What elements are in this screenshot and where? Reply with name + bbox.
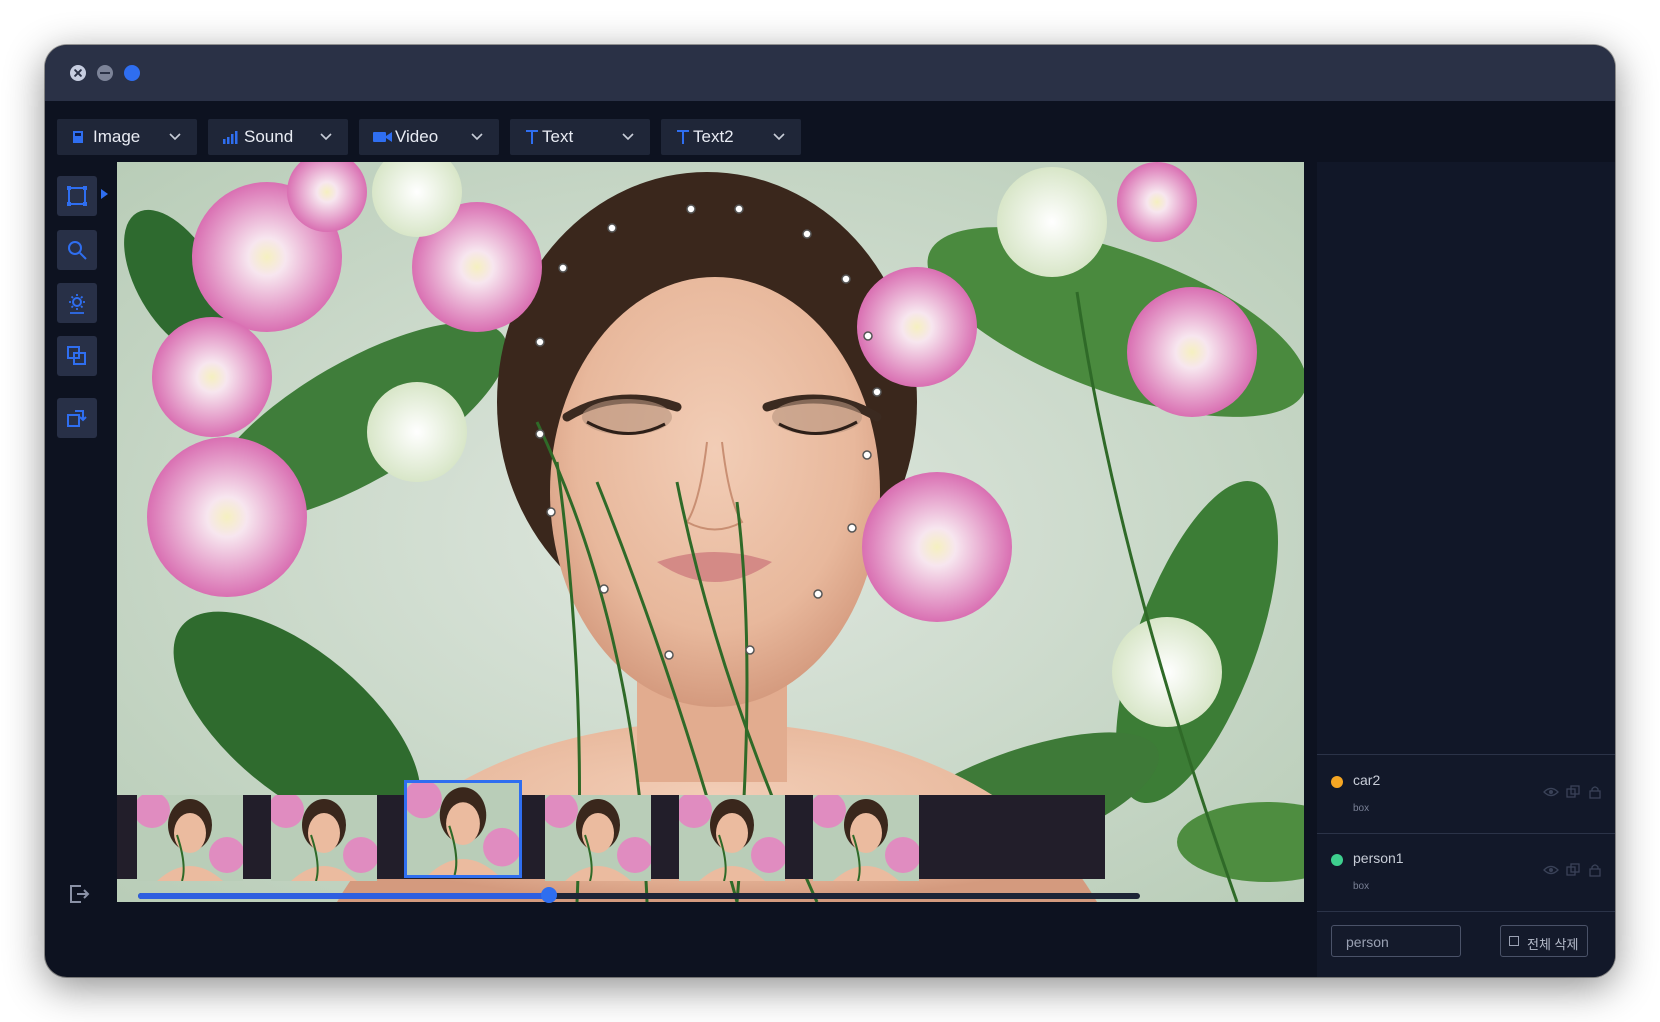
video-camera-icon [373, 132, 392, 142]
object-actions [1543, 863, 1603, 877]
zoom-tool[interactable] [57, 230, 97, 270]
video-frame-strip [117, 780, 1105, 881]
video-dropdown-label: Video [395, 127, 439, 146]
rotate-tool[interactable] [57, 398, 97, 438]
sound-dropdown-label: Sound [244, 127, 294, 146]
object-name: person1 [1353, 850, 1404, 866]
copy-icon[interactable] [1565, 863, 1581, 877]
video-progress-slider[interactable] [138, 887, 1140, 903]
object-actions [1543, 785, 1603, 799]
lock-icon[interactable] [1587, 785, 1603, 799]
chevron-down-icon [471, 133, 483, 141]
chevron-down-icon [169, 133, 181, 141]
object-color-dot [1331, 776, 1343, 788]
maximize-window-button[interactable] [124, 65, 140, 81]
search-icon [68, 241, 87, 260]
text-dropdown-label: Text [542, 127, 574, 146]
exit-icon [70, 885, 90, 903]
delete-all-label: 전체 삭제 [1527, 937, 1579, 952]
video-frame-thumbnail-selected[interactable] [404, 780, 522, 878]
object-list: car2 box person1 box person 전체 삭제 [1317, 754, 1615, 977]
exit-button[interactable] [67, 882, 91, 911]
sound-dropdown[interactable]: Sound [208, 119, 348, 155]
video-dropdown[interactable]: Video [359, 119, 499, 155]
object-name: car2 [1353, 772, 1381, 788]
brightness-icon [69, 294, 85, 314]
bounding-box-tool[interactable] [57, 176, 97, 216]
progress-knob[interactable] [540, 887, 557, 903]
brightness-tool[interactable] [57, 283, 97, 323]
active-tool-indicator [101, 189, 108, 199]
lock-icon[interactable] [1587, 863, 1603, 877]
portrait-image [117, 162, 1304, 902]
close-window-button[interactable] [70, 65, 86, 81]
chevron-down-icon [320, 133, 332, 141]
object-color-dot [1331, 854, 1343, 866]
chevron-down-icon [773, 133, 785, 141]
title-bar [45, 45, 1615, 101]
delete-all-button[interactable]: 전체 삭제 [1500, 925, 1588, 957]
copy-layers-icon [67, 346, 86, 365]
text2-dropdown-label: Text2 [693, 127, 734, 146]
object-type: box [1353, 803, 1370, 814]
image-dropdown-label: Image [93, 127, 141, 146]
progress-fill [138, 893, 549, 899]
text-dropdown[interactable]: Text [510, 119, 650, 155]
text2-dropdown[interactable]: Text2 [661, 119, 801, 155]
chevron-down-icon [622, 133, 634, 141]
video-frame-thumbnail[interactable] [137, 795, 243, 881]
object-list-panel: car2 box person1 box person 전체 삭제 [1317, 162, 1615, 977]
delete-icon [1509, 936, 1519, 946]
video-frame-thumbnail[interactable] [271, 795, 377, 881]
app-window: Image Sound Video Text Text2 car2 box pe… [45, 45, 1615, 977]
object-type: box [1353, 881, 1370, 892]
bounding-box-icon [67, 186, 87, 206]
copy-icon[interactable] [1565, 785, 1581, 799]
object-item-person1[interactable]: person1 box [1317, 833, 1615, 912]
eye-icon[interactable] [1543, 785, 1559, 799]
video-frame-thumbnail[interactable] [679, 795, 785, 881]
text-t-icon [526, 130, 538, 144]
object-item-car2[interactable]: car2 box [1317, 755, 1615, 834]
sound-bars-icon [223, 131, 238, 144]
image-icon [73, 131, 83, 143]
minimize-window-button[interactable] [97, 65, 113, 81]
copy-layers-tool[interactable] [57, 336, 97, 376]
image-dropdown[interactable]: Image [57, 119, 197, 155]
rotate-icon [67, 410, 87, 427]
text-t-icon [677, 130, 689, 144]
annotation-canvas[interactable] [117, 162, 1304, 902]
eye-icon[interactable] [1543, 863, 1559, 877]
video-frame-thumbnail[interactable] [813, 795, 919, 881]
video-frame-thumbnail[interactable] [545, 795, 651, 881]
object-search-input[interactable]: person [1331, 925, 1461, 957]
